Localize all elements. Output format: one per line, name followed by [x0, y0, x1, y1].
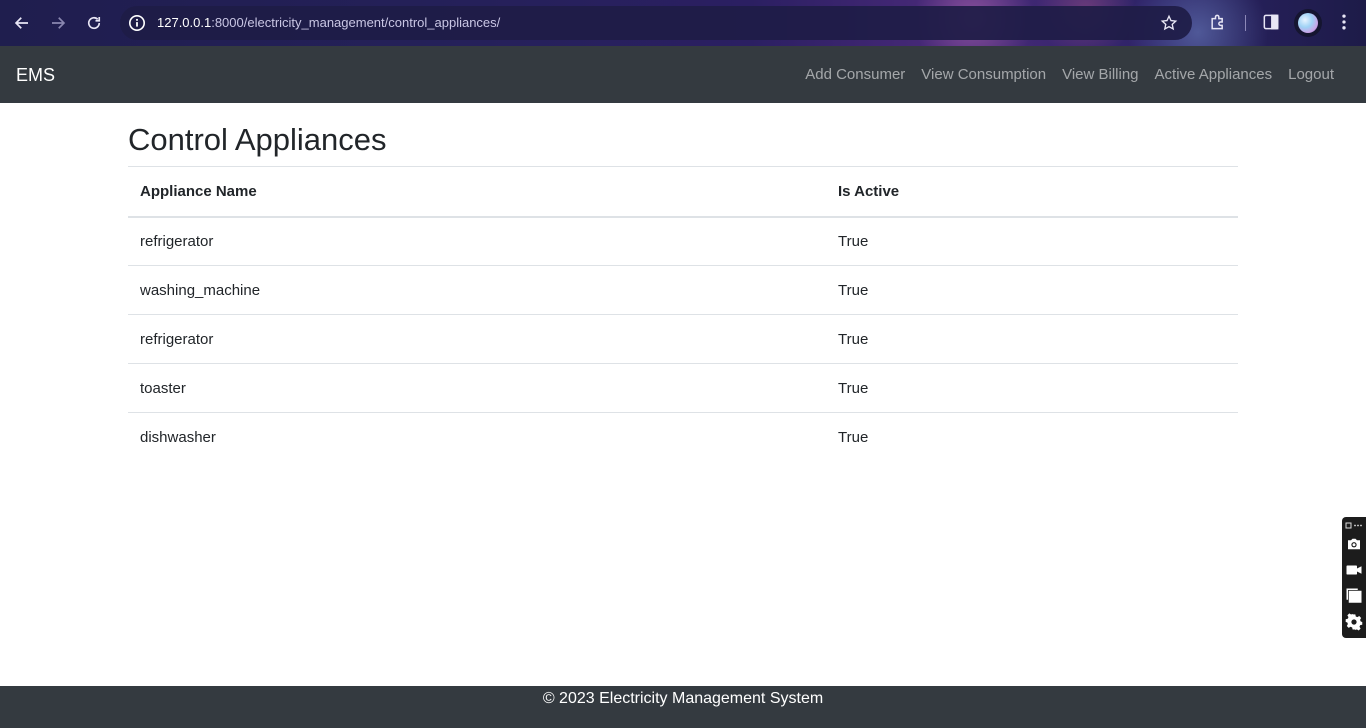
nav-link-view-billing[interactable]: View Billing: [1054, 66, 1146, 83]
gear-icon[interactable]: [1345, 613, 1363, 631]
appliance-name-cell: toaster: [128, 363, 826, 413]
info-icon[interactable]: [128, 14, 146, 32]
column-header-appliance-name: Appliance Name: [128, 166, 826, 218]
appliance-name-cell: washing_machine: [128, 265, 826, 315]
appliance-name-cell: refrigerator: [128, 216, 826, 266]
app-navbar: EMS Add Consumer View Consumption View B…: [0, 46, 1366, 103]
puzzle-icon[interactable]: [1208, 12, 1230, 34]
window-icon[interactable]: [1345, 587, 1363, 605]
footer-copyright: © 2023 Electricity Management System: [542, 690, 824, 707]
kebab-menu-icon[interactable]: [1334, 12, 1356, 34]
url-path: :8000/electricity_management/control_app…: [211, 15, 501, 30]
table-row: toaster True: [128, 363, 1238, 413]
toolbar-divider: [1245, 15, 1246, 31]
table-row: refrigerator True: [128, 216, 1238, 266]
appliance-name-cell: refrigerator: [128, 314, 826, 364]
url-host: 127.0.0.1: [157, 15, 212, 30]
column-header-is-active: Is Active: [826, 166, 1238, 218]
is-active-cell: True: [826, 265, 1238, 315]
back-arrow-icon[interactable]: [11, 12, 33, 34]
appliance-name-cell: dishwasher: [128, 412, 826, 462]
browser-toolbar: 127.0.0.1:8000/electricity_management/co…: [0, 0, 1366, 46]
avatar-image: [1298, 13, 1318, 33]
is-active-cell: True: [826, 216, 1238, 266]
page-footer: © 2023 Electricity Management System: [0, 686, 1366, 728]
page-title: Control Appliances: [128, 122, 387, 157]
nav-links: Add Consumer View Consumption View Billi…: [797, 66, 1342, 83]
camera-icon[interactable]: [1345, 535, 1363, 553]
table-header-row: Appliance Name Is Active: [128, 166, 1238, 218]
table-row: refrigerator True: [128, 314, 1238, 364]
is-active-cell: True: [826, 314, 1238, 364]
side-panel-icon[interactable]: [1261, 12, 1283, 34]
reload-icon[interactable]: [83, 12, 105, 34]
nav-link-logout[interactable]: Logout: [1280, 66, 1342, 83]
forward-arrow-icon[interactable]: [47, 12, 69, 34]
video-icon[interactable]: [1345, 561, 1363, 579]
nav-link-view-consumption[interactable]: View Consumption: [913, 66, 1054, 83]
profile-avatar[interactable]: [1294, 9, 1322, 37]
nav-link-active-appliances[interactable]: Active Appliances: [1147, 66, 1281, 83]
url-text[interactable]: 127.0.0.1:8000/electricity_management/co…: [157, 15, 500, 30]
star-icon[interactable]: [1160, 14, 1178, 32]
is-active-cell: True: [826, 363, 1238, 413]
appliances-table: Appliance Name Is Active refrigerator Tr…: [128, 166, 1238, 462]
table-row: washing_machine True: [128, 265, 1238, 315]
is-active-cell: True: [826, 412, 1238, 462]
address-bar[interactable]: 127.0.0.1:8000/electricity_management/co…: [120, 6, 1192, 40]
table-row: dishwasher True: [128, 412, 1238, 462]
capture-toolbar: [1342, 517, 1366, 638]
nav-link-add-consumer[interactable]: Add Consumer: [797, 66, 913, 83]
brand-logo[interactable]: EMS: [16, 65, 55, 86]
toolbar-handle-icon[interactable]: [1345, 520, 1363, 530]
main-content: Control Appliances Appliance Name Is Act…: [128, 103, 1238, 462]
